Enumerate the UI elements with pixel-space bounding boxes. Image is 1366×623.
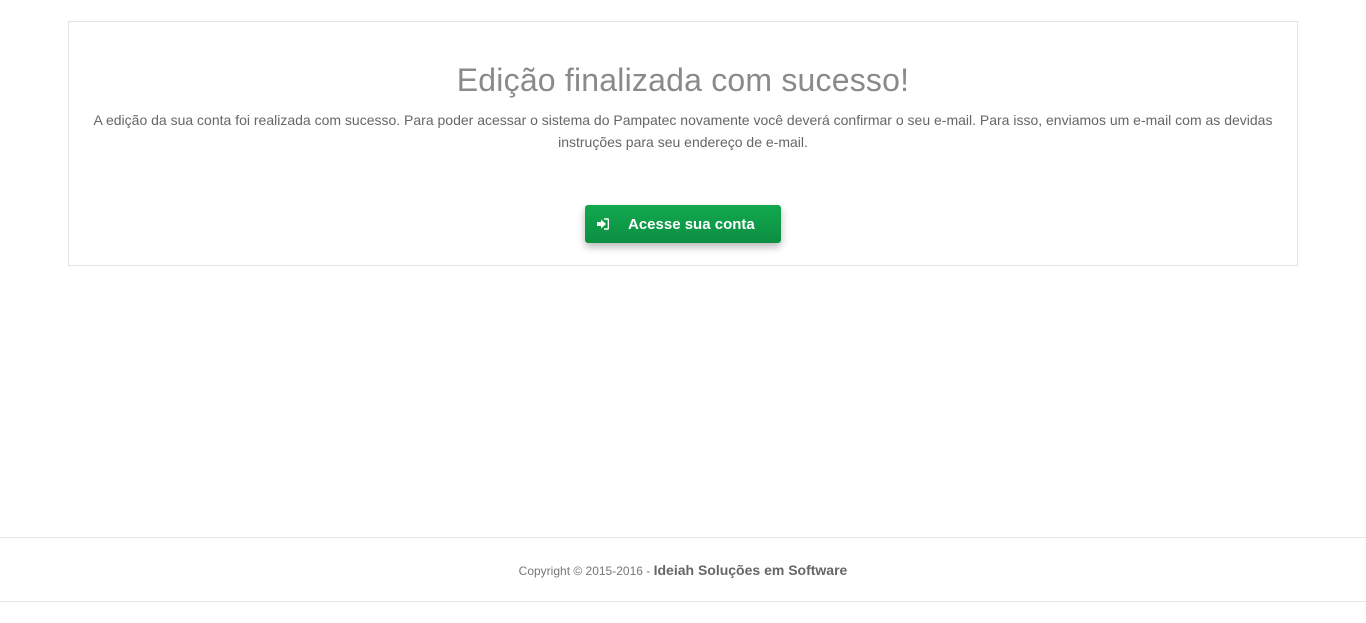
- footer: Copyright © 2015-2016 - Ideiah Soluções …: [0, 537, 1366, 602]
- success-card: Edição finalizada com sucesso! A edição …: [68, 21, 1298, 266]
- access-account-label: Acesse sua conta: [628, 215, 755, 233]
- success-message: A edição da sua conta foi realizada com …: [93, 112, 1273, 150]
- page: Edição finalizada com sucesso! A edição …: [0, 0, 1366, 623]
- copyright-text: Copyright © 2015-2016 -: [518, 564, 654, 578]
- page-title: Edição finalizada com sucesso!: [456, 62, 910, 98]
- access-account-button[interactable]: Acesse sua conta: [585, 205, 781, 243]
- sign-in-icon: [595, 217, 609, 231]
- company-name: Ideiah Soluções em Software: [653, 562, 848, 578]
